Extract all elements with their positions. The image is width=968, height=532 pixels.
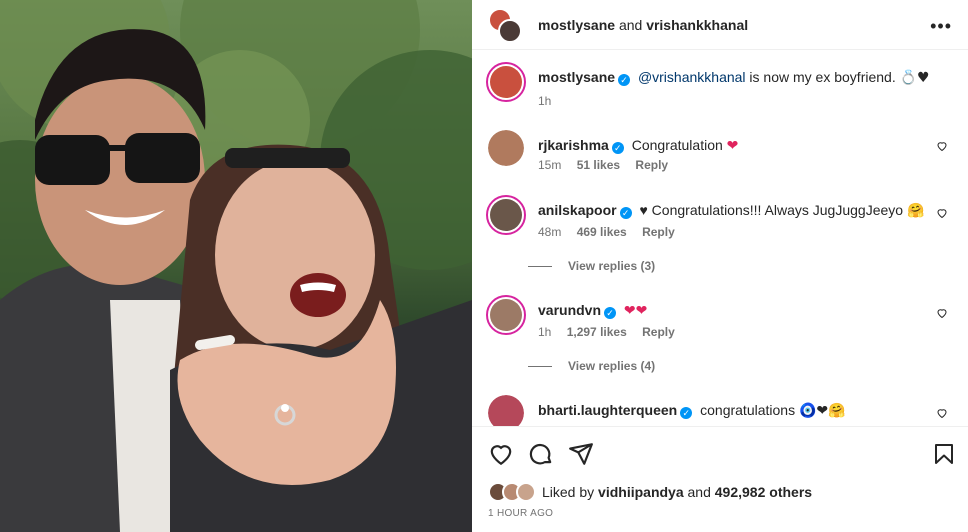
more-options-icon[interactable]: •••	[930, 16, 952, 37]
comment-username[interactable]: varundvn	[538, 302, 601, 318]
post-header: mostlysane and vrishankkhanal •••	[472, 0, 968, 50]
liker-username[interactable]: vidhiipandya	[598, 484, 684, 500]
author-username[interactable]: vrishankkhanal	[646, 17, 748, 33]
comment-body: congratulations	[700, 402, 796, 418]
caption-username[interactable]: mostlysane	[538, 69, 615, 85]
caption-meta: 1h	[538, 94, 563, 108]
comment-likes[interactable]: 469 likes	[577, 225, 627, 239]
action-bar	[472, 426, 968, 478]
like-comment-heart-icon[interactable]	[936, 407, 948, 419]
reply-button[interactable]: Reply	[642, 325, 675, 339]
avatar[interactable]	[488, 395, 524, 426]
view-replies-label: View replies (4)	[568, 359, 656, 373]
verified-badge-icon: ✓	[604, 307, 617, 319]
comment-username[interactable]: bharti.laughterqueen	[538, 402, 677, 418]
like-comment-heart-icon[interactable]	[936, 207, 948, 219]
caption-emoji: 💍♥	[899, 70, 930, 86]
save-bookmark-icon[interactable]	[932, 441, 956, 467]
verified-badge-icon: ✓	[611, 142, 624, 154]
comment-emoji: 🧿❤🤗	[798, 403, 846, 419]
comment-body: ♥ Congratulations!!! Always JugJuggJeeyo	[639, 202, 904, 218]
comment-meta: 15m 51 likes Reply	[538, 158, 680, 172]
avatar[interactable]	[488, 130, 524, 166]
divider	[528, 365, 552, 367]
verified-badge-icon: ✓	[680, 407, 693, 419]
post-detail-panel: mostlysane and vrishankkhanal ••• mostly…	[472, 0, 968, 532]
timestamp: 48m	[538, 225, 562, 239]
comment-item: bharti.laughterqueen ✓ congratulations 🧿❤…	[488, 395, 958, 426]
comment-text: varundvn ✓ ❤❤	[538, 301, 647, 320]
avatar[interactable]	[486, 62, 526, 102]
like-heart-icon[interactable]	[488, 441, 514, 467]
caption-body: is now my ex boyfriend.	[745, 69, 900, 85]
comment-body: Congratulation	[631, 137, 723, 153]
and-label: and	[683, 484, 715, 500]
avatar[interactable]	[498, 18, 522, 43]
reply-button[interactable]: Reply	[635, 158, 668, 172]
post-timestamp[interactable]: 1 HOUR AGO	[488, 508, 553, 519]
comment-meta: 1h 1,297 likes Reply	[538, 325, 687, 339]
comment-emoji: ❤	[726, 138, 739, 154]
collab-avatars[interactable]	[488, 5, 528, 45]
caption: mostlysane ✓ @vrishankkhanal is now my ex…	[486, 62, 958, 122]
comment-username[interactable]: rjkarishma	[538, 137, 609, 153]
avatar	[516, 482, 536, 502]
comment-emoji: ❤❤	[623, 303, 648, 319]
mention-link[interactable]: @vrishankkhanal	[638, 69, 746, 85]
comment-item: varundvn ✓ ❤❤ 1h 1,297 likes Reply	[486, 295, 958, 345]
couple-photo	[0, 0, 472, 532]
comment-username[interactable]: anilskapoor	[538, 202, 617, 218]
comment-text: anilskapoor ✓ ♥ Congratulations!!! Always…	[538, 201, 924, 220]
timestamp: 15m	[538, 158, 562, 172]
divider	[528, 265, 552, 267]
reply-button[interactable]: Reply	[642, 225, 675, 239]
comment-likes[interactable]: 51 likes	[577, 158, 620, 172]
comments-list: mostlysane ✓ @vrishankkhanal is now my ex…	[472, 50, 968, 426]
verified-badge-icon: ✓	[619, 207, 632, 219]
comment-meta: 48m 469 likes Reply	[538, 225, 687, 239]
comment-text: bharti.laughterqueen ✓ congratulations 🧿❤…	[538, 401, 846, 420]
comment-likes[interactable]: 1,297 likes	[567, 325, 627, 339]
liked-by-label: Liked by	[542, 484, 599, 500]
and-text: and	[618, 16, 643, 33]
comment-item: rjkarishma ✓ Congratulation ❤ 15m 51 like…	[488, 130, 958, 180]
timestamp: 1h	[538, 325, 552, 339]
author-username[interactable]: mostlysane	[538, 17, 615, 33]
comment-icon[interactable]	[528, 441, 554, 467]
likes-text: Liked by vidhiipandya and 492,982 others	[542, 484, 812, 500]
verified-badge-icon: ✓	[618, 74, 631, 86]
view-replies-button[interactable]: View replies (4)	[528, 359, 655, 373]
avatar[interactable]	[486, 195, 526, 235]
view-replies-button[interactable]: View replies (3)	[528, 259, 655, 273]
timestamp: 1h	[538, 94, 552, 108]
comment-item: anilskapoor ✓ ♥ Congratulations!!! Always…	[486, 195, 958, 245]
comment-text: rjkarishma ✓ Congratulation ❤	[538, 136, 738, 155]
like-comment-heart-icon[interactable]	[936, 307, 948, 319]
post-authors: mostlysane and vrishankkhanal	[538, 17, 748, 33]
like-comment-heart-icon[interactable]	[936, 140, 948, 152]
caption-text: mostlysane ✓ @vrishankkhanal is now my ex…	[538, 68, 930, 87]
share-send-icon[interactable]	[568, 441, 594, 467]
avatar[interactable]	[486, 295, 526, 335]
likes-count[interactable]: 492,982 others	[715, 484, 812, 500]
view-replies-label: View replies (3)	[568, 259, 656, 273]
likes-summary: Liked by vidhiipandya and 492,982 others	[488, 482, 812, 502]
post-photo	[0, 0, 472, 532]
comment-emoji: 🤗	[906, 203, 925, 219]
